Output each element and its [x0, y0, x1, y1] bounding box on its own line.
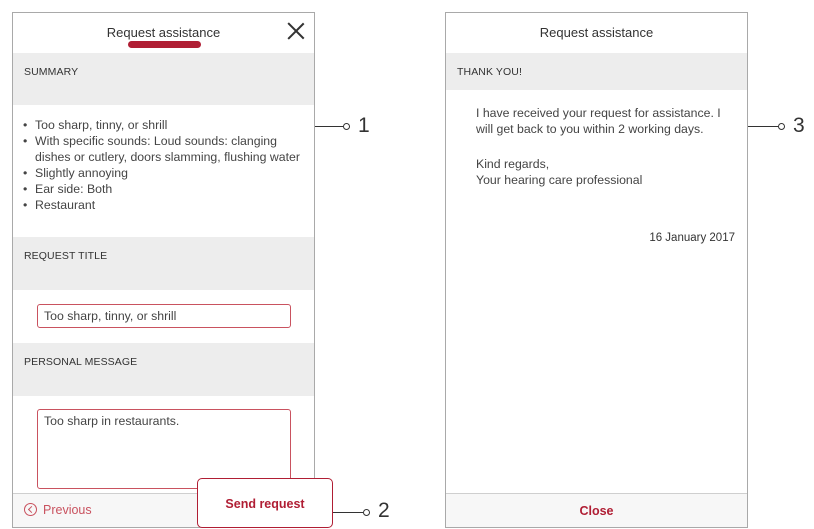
- previous-label: Previous: [43, 503, 92, 517]
- callout-2-number: 2: [378, 499, 390, 522]
- callout-3-line: [748, 126, 778, 128]
- callout-1-line: [315, 126, 343, 128]
- summary-heading: SUMMARY: [13, 53, 314, 105]
- request-title-heading: REQUEST TITLE: [13, 237, 314, 290]
- page-title: Request assistance: [106, 25, 221, 40]
- request-title-input[interactable]: Too sharp, tinny, or shrill: [37, 304, 291, 328]
- summary-item: Ear side: Both: [23, 181, 308, 197]
- summary-item: Slightly annoying: [23, 165, 308, 181]
- send-request-button[interactable]: Send request: [197, 478, 333, 528]
- page-title: Request assistance: [539, 25, 654, 40]
- chevron-left-circle-icon: [24, 503, 37, 516]
- callout-1-dot: [343, 123, 350, 130]
- summary-list: Too sharp, tinny, or shrill With specifi…: [23, 117, 308, 213]
- request-header: Request assistance: [13, 13, 314, 53]
- callout-1-number: 1: [358, 114, 370, 137]
- close-icon[interactable]: [286, 20, 306, 40]
- previous-button[interactable]: Previous: [24, 503, 92, 517]
- confirmation-screen: Request assistance THANK YOU! I have rec…: [445, 12, 748, 528]
- signature-line: Your hearing care professional: [476, 173, 643, 187]
- summary-item: With specific sounds: Loud sounds: clang…: [23, 133, 308, 165]
- confirmation-footer: Close: [446, 493, 747, 527]
- title-underline: [128, 41, 201, 48]
- request-screen: Request assistance SUMMARY Too sharp, ti…: [12, 12, 315, 528]
- message-date: 16 January 2017: [649, 232, 735, 244]
- confirmation-header: Request assistance: [446, 13, 747, 53]
- personal-message-input[interactable]: Too sharp in restaurants.: [37, 409, 291, 489]
- callout-2-line: [333, 512, 363, 514]
- summary-item: Restaurant: [23, 197, 308, 213]
- summary-item: Too sharp, tinny, or shrill: [23, 117, 308, 133]
- thank-you-heading: THANK YOU!: [446, 53, 747, 90]
- regards-line: Kind regards,: [476, 157, 550, 171]
- confirmation-message: I have received your request for assista…: [476, 106, 721, 136]
- personal-message-heading: PERSONAL MESSAGE: [13, 343, 314, 396]
- close-button[interactable]: Close: [446, 494, 747, 527]
- callout-2-dot: [363, 509, 370, 516]
- callout-3-dot: [778, 123, 785, 130]
- callout-3-number: 3: [793, 114, 805, 137]
